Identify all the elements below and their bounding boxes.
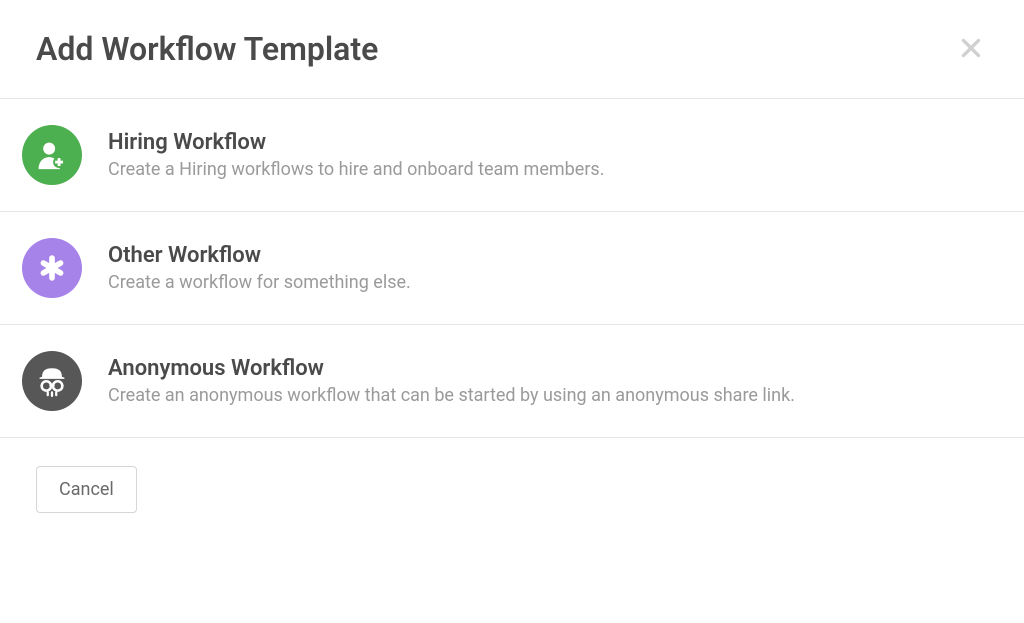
incognito-icon (22, 351, 82, 411)
option-text: Anonymous Workflow Create an anonymous w… (108, 356, 795, 406)
option-description: Create a Hiring workflows to hire and on… (108, 159, 604, 180)
option-description: Create an anonymous workflow that can be… (108, 385, 795, 406)
asterisk-icon (22, 238, 82, 298)
user-plus-icon (22, 125, 82, 185)
option-anonymous-workflow[interactable]: Anonymous Workflow Create an anonymous w… (0, 325, 1024, 438)
workflow-options-list: Hiring Workflow Create a Hiring workflow… (0, 98, 1024, 438)
option-title: Other Workflow (108, 243, 411, 268)
modal-header: Add Workflow Template (0, 0, 1024, 98)
option-hiring-workflow[interactable]: Hiring Workflow Create a Hiring workflow… (0, 99, 1024, 212)
close-icon (958, 35, 984, 64)
close-button[interactable] (954, 31, 988, 68)
option-other-workflow[interactable]: Other Workflow Create a workflow for som… (0, 212, 1024, 325)
modal-footer: Cancel (0, 438, 1024, 541)
option-text: Other Workflow Create a workflow for som… (108, 243, 411, 293)
option-text: Hiring Workflow Create a Hiring workflow… (108, 130, 604, 180)
modal-title: Add Workflow Template (36, 30, 378, 68)
add-workflow-template-modal: Add Workflow Template (0, 0, 1024, 623)
option-description: Create a workflow for something else. (108, 272, 411, 293)
option-title: Hiring Workflow (108, 130, 604, 155)
option-title: Anonymous Workflow (108, 356, 795, 381)
cancel-button[interactable]: Cancel (36, 466, 137, 513)
